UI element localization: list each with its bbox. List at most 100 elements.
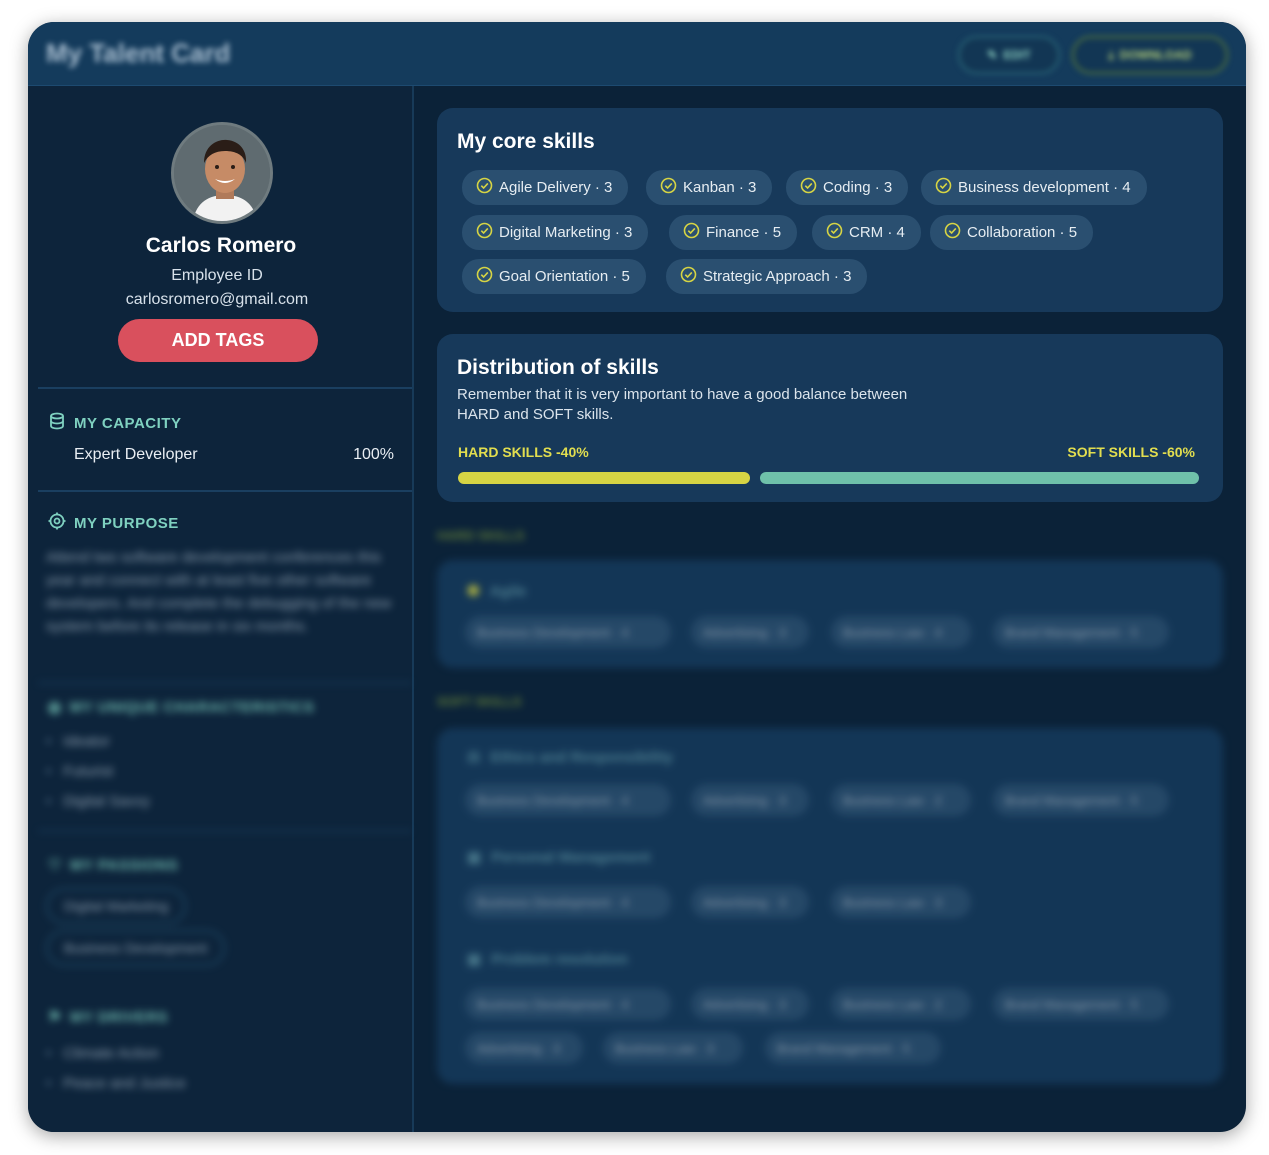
soft-skills-bar <box>760 472 1199 484</box>
hard-skills-card: ✺ Agile Business Development · 4 Adverti… <box>437 560 1223 668</box>
purpose-heading-label: MY PURPOSE <box>74 514 179 532</box>
drivers-heading: ⚑ MY DRIVERS <box>48 1008 169 1027</box>
check-circle-icon <box>826 222 843 243</box>
avatar <box>171 122 273 224</box>
skill-chip[interactable]: Advertising · 3 <box>691 616 809 648</box>
skill-group-heading: ▣ Problem resolution <box>467 950 628 969</box>
list-item: Digital Savvy <box>46 786 150 816</box>
flag-icon: ⚑ <box>48 1009 62 1026</box>
skill-group-name: Agile <box>489 582 527 600</box>
skill-chip[interactable]: Advertising · 3 <box>465 1032 583 1064</box>
database-icon <box>48 412 66 434</box>
skill-chip[interactable]: Business Development · 4 <box>465 886 671 918</box>
core-skill-chip[interactable]: Kanban · 3 <box>646 170 773 205</box>
download-icon: ⤓ <box>1108 47 1114 62</box>
skill-chip[interactable]: Advertising · 3 <box>691 886 809 918</box>
core-skill-chip[interactable]: Goal Orientation · 5 <box>462 259 646 294</box>
core-skill-label: Strategic Approach · 3 <box>703 268 852 285</box>
check-circle-icon <box>476 266 493 287</box>
capacity-role: Expert Developer <box>74 446 198 463</box>
core-skill-label: Coding · 3 <box>823 179 893 196</box>
drivers-heading-label: MY DRIVERS <box>69 1008 169 1026</box>
passion-tag[interactable]: Digital Marketing <box>46 888 187 924</box>
hard-skills-label: HARD SKILLS -40% <box>458 444 589 460</box>
distribution-card: Distribution of skills Remember that it … <box>437 334 1223 502</box>
core-skills-card: My core skills Agile Delivery · 3 Kanban … <box>437 108 1223 312</box>
purpose-text: Attend two software development conferen… <box>46 549 392 635</box>
divider <box>38 830 412 832</box>
check-circle-icon <box>476 222 493 243</box>
person-icon: ◍ <box>48 699 62 716</box>
add-tags-button[interactable]: ADD TAGS <box>118 319 318 362</box>
skill-chip[interactable]: Business Law · 2 <box>831 784 971 816</box>
passions-heading-label: MY PASSIONS <box>69 856 179 874</box>
core-skill-chip[interactable]: Agile Delivery · 3 <box>462 170 629 205</box>
gear-icon: ✺ <box>467 583 480 600</box>
unique-list: Ideator Futurist Digital Savvy <box>46 726 150 816</box>
check-circle-icon <box>476 177 493 198</box>
skill-group-name: Personal Management <box>491 848 651 866</box>
core-skill-chip[interactable]: Strategic Approach · 3 <box>666 259 868 294</box>
check-circle-icon <box>660 177 677 198</box>
skill-group-heading: ⚖ Ethics and Responsibility <box>467 748 673 767</box>
list-item: Peace and Justice <box>46 1068 186 1098</box>
capacity-heading-label: MY CAPACITY <box>74 414 182 432</box>
capacity-heading: MY CAPACITY <box>48 412 181 434</box>
divider <box>38 490 412 492</box>
check-circle-icon <box>944 222 961 243</box>
core-skill-chip[interactable]: CRM · 4 <box>812 215 921 250</box>
skill-group-heading: ✺ Agile <box>467 582 527 601</box>
edit-button[interactable]: ✎ EDIT <box>958 36 1060 74</box>
skill-group-heading: ▣ Personal Management <box>467 848 651 867</box>
unique-heading-label: MY UNIQUE CHARACTERISTICS <box>69 698 315 716</box>
profile-name: Carlos Romero <box>145 234 297 257</box>
skill-chip[interactable]: Business Law · 4 <box>831 616 971 648</box>
skill-chip[interactable]: Business Development · 4 <box>465 784 671 816</box>
target-icon <box>48 512 66 534</box>
core-skill-chip[interactable]: Collaboration · 5 <box>930 215 1094 250</box>
core-skill-chip[interactable]: Digital Marketing · 3 <box>462 215 649 250</box>
profile-email: carlosromero@gmail.com <box>125 291 309 308</box>
skill-chip[interactable]: Business Law · 3 <box>831 886 971 918</box>
skill-chip[interactable]: Business Law · 3 <box>603 1032 743 1064</box>
passion-tag[interactable]: Business Development <box>46 930 226 966</box>
core-skill-chip[interactable]: Coding · 3 <box>786 170 909 205</box>
scale-icon: ⚖ <box>467 749 481 766</box>
check-circle-icon <box>800 177 817 198</box>
skill-chip[interactable]: Brand Management · 5 <box>765 1032 941 1064</box>
core-skill-chip[interactable]: Finance · 5 <box>669 215 798 250</box>
skill-chip[interactable]: Business Law · 2 <box>831 988 971 1020</box>
hard-skills-bar <box>458 472 750 484</box>
skill-chip[interactable]: Advertising · 3 <box>691 784 809 816</box>
check-circle-icon <box>683 222 700 243</box>
skill-chip[interactable]: Brand Management · 5 <box>993 784 1169 816</box>
divider <box>38 682 412 684</box>
skill-chip[interactable]: Business Development · 4 <box>465 988 671 1020</box>
core-skill-label: Business development · 4 <box>958 179 1131 196</box>
skill-chip[interactable]: Business Development · 4 <box>465 616 671 648</box>
core-skill-label: Kanban · 3 <box>683 179 757 196</box>
soft-skills-card: ⚖ Ethics and Responsibility Business Dev… <box>437 728 1223 1084</box>
drivers-list: Climate Action Peace and Justice <box>46 1038 186 1098</box>
list-item: Climate Action <box>46 1038 186 1068</box>
soft-skills-label: SOFT SKILLS -60% <box>1067 444 1195 460</box>
skill-chip[interactable]: Brand Management · 5 <box>993 616 1169 648</box>
core-skills-title: My core skills <box>457 130 595 153</box>
skill-chip[interactable]: Brand Management · 5 <box>993 988 1169 1020</box>
edit-button-label: EDIT <box>1003 48 1031 62</box>
core-skill-label: Agile Delivery · 3 <box>499 179 613 196</box>
divider <box>38 387 412 389</box>
core-skill-label: Collaboration · 5 <box>967 224 1078 241</box>
app-title: My Talent Card <box>46 38 231 68</box>
skills-balance-bar <box>458 472 1199 484</box>
capacity-percent: 100% <box>353 446 394 463</box>
top-bar: My Talent Card ✎ EDIT ⤓ DOWNLOAD <box>28 22 1246 86</box>
soft-skills-heading: SOFT SKILLS <box>437 694 522 709</box>
core-skill-chip[interactable]: Business development · 4 <box>921 170 1147 205</box>
core-skill-label: Digital Marketing · 3 <box>499 224 633 241</box>
employee-id: Employee ID <box>171 267 263 284</box>
hard-skills-heading: HARD SKILLS <box>437 528 525 543</box>
check-circle-icon <box>935 177 952 198</box>
download-button[interactable]: ⤓ DOWNLOAD <box>1072 36 1228 74</box>
skill-chip[interactable]: Advertising · 3 <box>691 988 809 1020</box>
